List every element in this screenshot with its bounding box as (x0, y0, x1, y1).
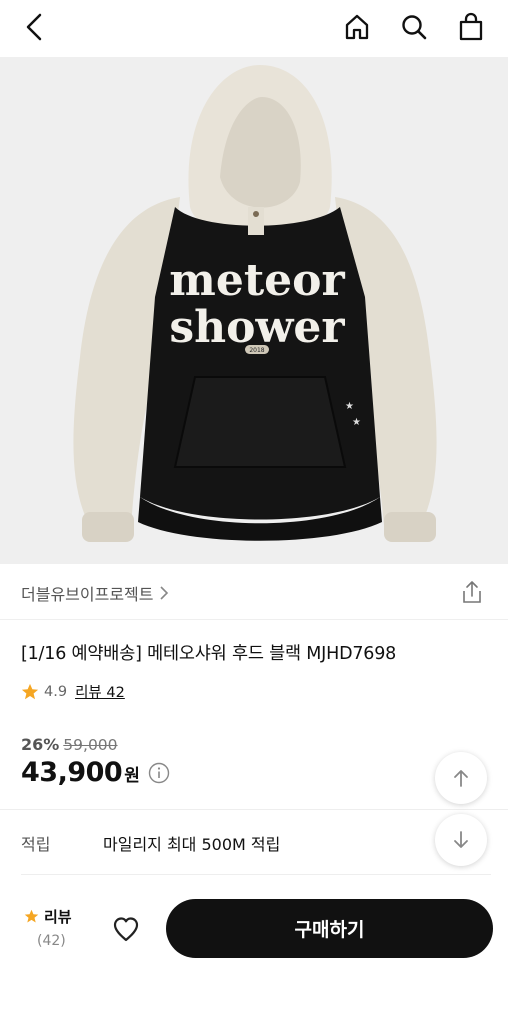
scroll-top-button[interactable] (435, 752, 487, 804)
search-icon[interactable] (397, 10, 431, 44)
info-icon[interactable] (148, 762, 170, 784)
mileage-value: 마일리지 최대 500M 적립 (103, 835, 281, 854)
discount-row: 26% 59,000 (21, 735, 118, 754)
star-icon (21, 683, 39, 699)
back-icon[interactable] (18, 10, 52, 44)
divider (0, 809, 508, 810)
brand-row: 더블유브이프로젝트 (0, 564, 508, 620)
svg-text:★: ★ (345, 401, 354, 412)
arrow-down-icon (454, 831, 468, 848)
star-icon (24, 909, 39, 923)
product-image[interactable]: meteor shower 2018 ★ ★ (0, 57, 508, 564)
svg-text:★: ★ (352, 417, 361, 428)
divider (21, 874, 491, 875)
home-icon[interactable] (340, 10, 374, 44)
mileage-row: 적립 마일리지 최대 500M 적립 (21, 831, 280, 855)
print-text-meteor: meteor (169, 255, 345, 306)
chevron-right-icon (160, 586, 169, 600)
review-summary-button[interactable]: 리뷰 (42) (24, 906, 84, 949)
shopping-bag-icon[interactable] (454, 10, 488, 44)
currency-unit: 원 (124, 766, 140, 786)
print-badge: 2018 (249, 347, 264, 354)
review-count-link[interactable]: 리뷰 42 (75, 681, 125, 702)
review-count: (42) (37, 933, 66, 949)
review-title: 리뷰 (44, 908, 72, 926)
original-price: 59,000 (63, 736, 118, 754)
brand-name: 더블유브이프로젝트 (21, 585, 154, 604)
top-navigation-bar (0, 0, 508, 57)
arrow-up-icon (454, 770, 468, 787)
discount-percent: 26% (21, 735, 60, 754)
sale-price: 43,900 (21, 757, 123, 788)
rating-value: 4.9 (44, 683, 68, 700)
brand-link[interactable]: 더블유브이프로젝트 (21, 581, 169, 605)
rating-row: 4.9 리뷰 42 (21, 681, 125, 702)
mileage-label: 적립 (21, 835, 51, 854)
buy-button[interactable]: 구매하기 (166, 899, 493, 958)
product-title: [1/16 예약배송] 메테오샤워 후드 블랙 MJHD7698 (21, 644, 397, 664)
scroll-bottom-button[interactable] (435, 814, 487, 866)
share-icon[interactable] (460, 580, 484, 604)
wishlist-heart-icon[interactable] (111, 914, 141, 944)
price-row: 43,900 원 (21, 757, 170, 788)
